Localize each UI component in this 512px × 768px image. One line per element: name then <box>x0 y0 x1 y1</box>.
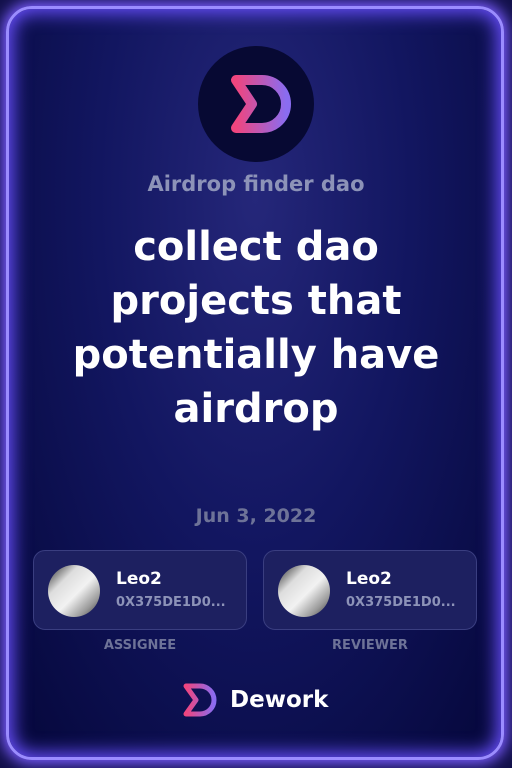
reviewer-card[interactable]: Leo2 0X375DE1D0... <box>263 550 477 630</box>
reviewer-label: REVIEWER <box>332 638 408 653</box>
dework-logo-icon <box>183 683 217 717</box>
org-name: Airdrop finder dao <box>147 172 365 196</box>
assignee-name: Leo2 <box>116 569 162 589</box>
task-title: collect dao projects that potentially ha… <box>72 224 440 432</box>
reviewer-address: 0X375DE1D0... <box>346 595 456 610</box>
assignee-address: 0X375DE1D0... <box>116 595 226 610</box>
avatar <box>48 565 100 617</box>
assignee-label: ASSIGNEE <box>103 638 177 653</box>
dao-logo <box>198 46 314 162</box>
brand-name: Dework <box>230 687 329 713</box>
avatar <box>278 565 330 617</box>
reviewer-name: Leo2 <box>346 569 392 589</box>
assignee-card[interactable]: Leo2 0X375DE1D0... <box>33 550 247 630</box>
brand-footer: Dework <box>180 682 328 718</box>
task-date: Jun 3, 2022 <box>195 505 317 527</box>
dework-logo-icon <box>231 75 291 133</box>
